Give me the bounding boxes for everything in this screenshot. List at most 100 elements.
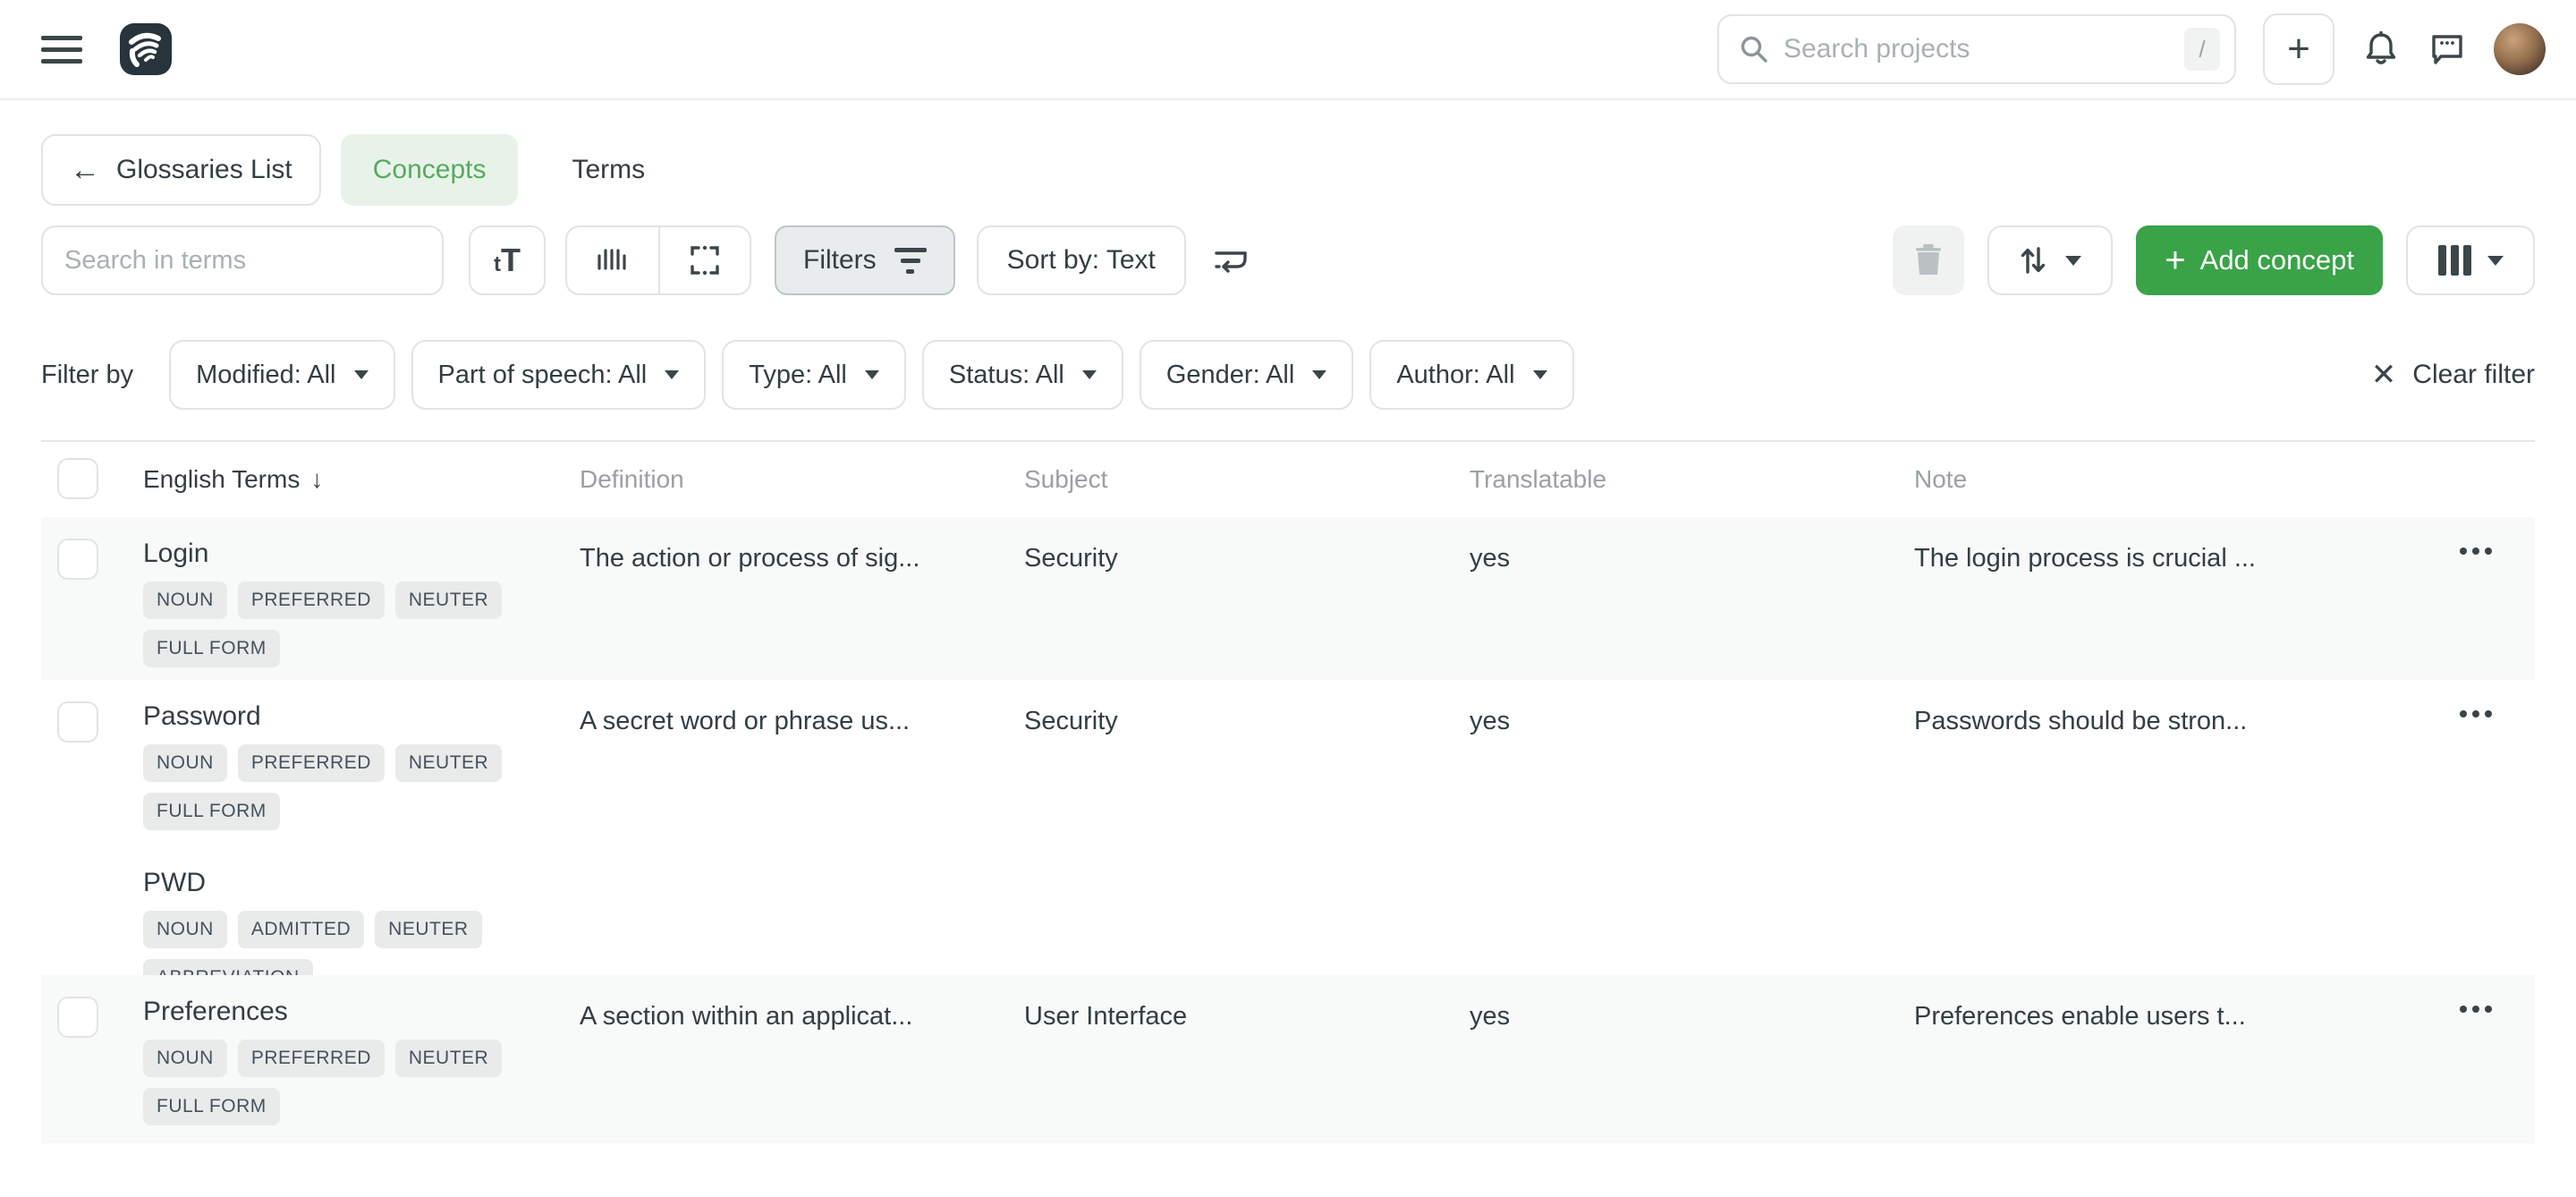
column-label: English Terms (143, 465, 300, 494)
clear-filter-label: Clear filter (2412, 360, 2535, 390)
subject-cell: Security (1024, 544, 1400, 573)
column-header-english-terms[interactable]: English Terms ↓ (143, 465, 572, 494)
back-to-glossaries-button[interactable]: ← Glossaries List (41, 134, 321, 206)
toolbar-right-actions: + Add concept (1893, 225, 2535, 295)
row-actions-button[interactable] (2456, 703, 2496, 725)
table-row[interactable]: Login NOUN PREFERRED NEUTER FULL FORM Th… (41, 517, 2535, 680)
chevron-down-icon (354, 370, 369, 379)
badge: NOUN (143, 744, 227, 782)
table-row[interactable]: Preferences NOUN PREFERRED NEUTER FULL F… (41, 975, 2535, 1143)
terms-search[interactable] (41, 225, 444, 295)
column-header-definition: Definition (580, 465, 1000, 494)
sort-by-button[interactable]: Sort by: Text (977, 225, 1186, 295)
term-cell: Login NOUN PREFERRED NEUTER FULL FORM (143, 539, 572, 667)
translatable-cell: yes (1470, 707, 1809, 736)
filter-by-label: Filter by (41, 361, 133, 390)
term-cell: Preferences NOUN PREFERRED NEUTER FULL F… (143, 997, 572, 1125)
chat-bubble-icon (2428, 30, 2466, 68)
add-concept-button[interactable]: + Add concept (2136, 225, 2383, 295)
whole-word-icon (596, 245, 630, 276)
text-wrap-toggle[interactable] (1213, 244, 1249, 276)
delete-selected-button[interactable] (1893, 225, 1964, 295)
filter-part-of-speech[interactable]: Part of speech: All (411, 340, 707, 410)
match-case-button[interactable]: tT (469, 225, 546, 295)
term-text: Password (143, 701, 572, 732)
user-avatar[interactable] (2494, 23, 2546, 75)
filter-modified-label: Modified: All (196, 361, 335, 390)
clear-filter-button[interactable]: ✕ Clear filter (2371, 360, 2535, 390)
columns-dropdown[interactable] (2406, 225, 2535, 295)
sort-direction-dropdown[interactable] (1987, 225, 2113, 295)
close-icon: ✕ (2371, 360, 2397, 390)
back-button-label: Glossaries List (116, 155, 292, 185)
add-concept-label: Add concept (2200, 244, 2354, 276)
filter-bar: Filter by Modified: All Part of speech: … (41, 340, 2535, 410)
table-header: English Terms ↓ Definition Subject Trans… (41, 442, 2535, 517)
badge: NEUTER (395, 1040, 502, 1077)
row-checkbox[interactable] (57, 701, 98, 743)
plus-icon: + (2287, 30, 2310, 69)
concepts-table: English Terms ↓ Definition Subject Trans… (41, 440, 2535, 1143)
glossary-nav: ← Glossaries List Concepts Terms (41, 134, 2535, 206)
chevron-down-icon (2065, 256, 2081, 266)
bell-icon (2363, 30, 2399, 68)
badge: PREFERRED (238, 1040, 385, 1077)
whole-word-button[interactable] (567, 227, 658, 293)
row-checkbox[interactable] (57, 997, 98, 1038)
exact-selection-button[interactable] (658, 227, 750, 293)
column-header-note: Note (1914, 465, 2415, 494)
app-logo[interactable] (120, 23, 172, 75)
table-row[interactable]: Password NOUN PREFERRED NEUTER FULL FORM… (41, 680, 2535, 975)
term-badges: NOUN PREFERRED NEUTER FULL FORM (143, 582, 564, 667)
search-in-terms-input[interactable] (64, 246, 420, 276)
top-bar: / + (0, 0, 2576, 100)
definition-cell: A section within an applicat... (580, 1002, 1000, 1031)
topbar-actions: / + (1717, 13, 2546, 85)
tab-terms[interactable]: Terms (539, 134, 677, 206)
term-text: PWD (143, 868, 572, 898)
hamburger-menu-icon[interactable] (41, 28, 84, 71)
filters-button-label: Filters (803, 245, 877, 276)
feedback-button[interactable] (2428, 30, 2467, 69)
badge: PREFERRED (238, 744, 385, 782)
row-checkbox[interactable] (57, 539, 98, 580)
select-all-checkbox[interactable] (57, 458, 98, 499)
badge: FULL FORM (143, 1088, 280, 1125)
filter-gender-label: Gender: All (1166, 361, 1294, 390)
definition-cell: A secret word or phrase us... (580, 707, 1000, 736)
badge: NEUTER (395, 744, 502, 782)
chevron-down-icon (1533, 370, 1547, 379)
chevron-down-icon (1082, 370, 1097, 379)
filter-author-label: Author: All (1396, 361, 1514, 390)
badge: ADMITTED (238, 911, 364, 948)
match-case-icon: tT (494, 242, 521, 279)
project-search[interactable]: / (1717, 14, 2236, 84)
create-new-button[interactable]: + (2263, 13, 2334, 85)
badge: NOUN (143, 911, 227, 948)
note-cell: Preferences enable users t... (1914, 1002, 2415, 1031)
tab-concepts[interactable]: Concepts (341, 134, 519, 206)
filter-gender[interactable]: Gender: All (1140, 340, 1353, 410)
subject-cell: User Interface (1024, 1002, 1400, 1031)
chevron-down-icon (865, 370, 879, 379)
term-cell: Password NOUN PREFERRED NEUTER FULL FORM… (143, 701, 572, 997)
term-text: Login (143, 539, 572, 569)
row-actions-button[interactable] (2456, 998, 2496, 1020)
search-projects-input[interactable] (1784, 34, 2184, 64)
filter-status-label: Status: All (949, 361, 1064, 390)
columns-icon (2438, 245, 2471, 276)
notifications-button[interactable] (2361, 30, 2401, 69)
filters-button[interactable]: Filters (775, 225, 955, 295)
filter-status[interactable]: Status: All (922, 340, 1123, 410)
subject-cell: Security (1024, 707, 1400, 736)
filter-modified[interactable]: Modified: All (169, 340, 394, 410)
tab-concepts-label: Concepts (373, 155, 487, 185)
filter-author[interactable]: Author: All (1369, 340, 1573, 410)
note-cell: Passwords should be stron... (1914, 707, 2415, 736)
badge: NOUN (143, 582, 227, 619)
term-badges: NOUN PREFERRED NEUTER FULL FORM (143, 744, 564, 830)
filter-type[interactable]: Type: All (722, 340, 906, 410)
badge: NOUN (143, 1040, 227, 1077)
filter-type-label: Type: All (749, 361, 847, 390)
row-actions-button[interactable] (2456, 540, 2496, 562)
